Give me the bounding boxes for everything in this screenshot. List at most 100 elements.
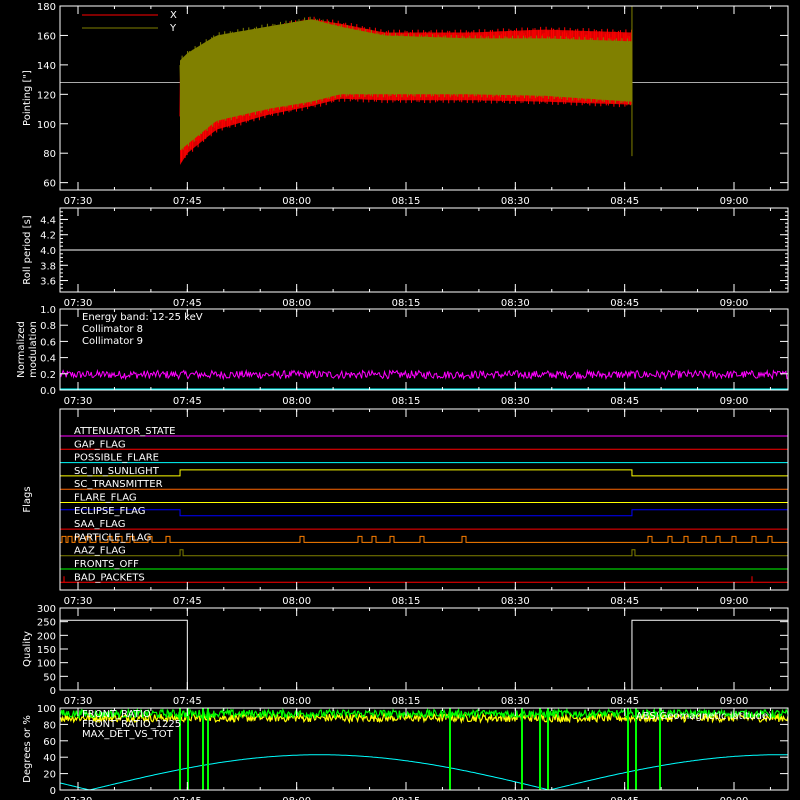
flag-label-gap-flag: GAP_FLAG (74, 439, 126, 450)
x-tick-label: 08:00 (282, 298, 311, 309)
flag-line-particle-flag (60, 535, 788, 543)
legend-label-y: Y (169, 23, 177, 34)
x-tick-label: 09:00 (720, 298, 749, 309)
roll-period-panel: 07:30 07:45 08:00 08:15 08:30 08:45 09:00 Roll … (22, 207, 789, 309)
x-tick-label: 08:15 (392, 396, 421, 407)
y-tick-label: 250 (37, 618, 56, 629)
x-tick-label: 08:00 (282, 396, 311, 407)
x-tick-label: 08:00 (282, 596, 311, 607)
flag-line-eclipse-flag (60, 509, 788, 517)
flag-label-aaz-flag: AAZ_FLAG (74, 546, 126, 557)
x-tick-label: 08:45 (610, 596, 639, 607)
x-tick-label: 09:00 (720, 796, 749, 800)
x-tick-label: 09:00 (720, 596, 749, 607)
legend-label-collimator-8: Collimator 8 (82, 324, 143, 335)
flag-label-sc-in-sunlight: SC_IN_SUNLIGHT (74, 466, 160, 477)
x-tick-label: 08:45 (610, 298, 639, 309)
x-tick-label: 08:30 (501, 796, 530, 800)
y-tick-label: 0.0 (40, 386, 56, 397)
flag-label-saa-flag: SAA_FLAG (74, 519, 125, 530)
x-tick-label: 08:45 (610, 396, 639, 407)
flag-line-aaz-flag (60, 549, 788, 557)
x-tick-label: 08:15 (392, 596, 421, 607)
pointing-panel: XY 07:30 07:45 08:00 08:15 08:30 08:45 09:00 Poi… (22, 2, 789, 207)
y-tick-label: 3.8 (40, 261, 56, 272)
x-tick-label: 08:45 (610, 696, 639, 707)
x-tick-label: 07:30 (64, 196, 93, 207)
y-axis-label: Roll period [s] (22, 215, 33, 284)
energy-band-annotation: Energy band: 12-25 keV (82, 312, 203, 323)
y-tick-label: 3.6 (40, 277, 56, 288)
flag-label-possible-flare: POSSIBLE_FLARE (74, 453, 159, 464)
y-tick-label: 0 (50, 786, 56, 797)
y-tick-label: 0.8 (40, 321, 56, 332)
y-tick-label: 0.2 (40, 370, 56, 381)
geomagnetic-latitude-label: ABS(Geomagnetic latitude) (636, 711, 772, 722)
x-tick-label: 08:30 (501, 696, 530, 707)
y-tick-label: 200 (37, 631, 56, 642)
y-tick-label: 50 (43, 672, 56, 683)
quality-line (60, 619, 788, 691)
y-axis-label: modulation (28, 321, 39, 378)
x-tick-label: 07:30 (64, 796, 93, 800)
x-tick-label: 09:00 (720, 196, 749, 207)
y-tick-label: 150 (37, 645, 56, 656)
flag-label-sc-transmitter: SC_TRANSMITTER (74, 479, 163, 490)
y-tick-label: 20 (43, 770, 56, 781)
y-tick-label: 4.4 (40, 215, 56, 226)
y-tick-label: 180 (37, 2, 56, 13)
y-tick-label: 0.4 (40, 354, 56, 365)
y-axis-label: Quality (22, 631, 33, 667)
x-tick-label: 07:45 (173, 596, 202, 607)
y-tick-label: 0 (50, 686, 56, 697)
legend-label-x: X (170, 10, 177, 21)
x-tick-label: 07:45 (173, 796, 202, 800)
x-tick-label: 07:30 (64, 596, 93, 607)
y-tick-label: 0.6 (40, 337, 56, 348)
modulation-panel: Energy band: 12-25 keVCollimator 8Collim… (16, 305, 789, 407)
y-tick-label: 60 (43, 179, 56, 190)
flag-line-bad-packets (60, 576, 788, 583)
x-tick-label: 08:15 (392, 196, 421, 207)
x-tick-label: 08:45 (610, 796, 639, 800)
x-tick-label: 08:15 (392, 696, 421, 707)
x-tick-label: 08:30 (501, 596, 530, 607)
y-tick-label: 140 (37, 61, 56, 72)
flags-panel: ATTENUATOR_STATE GAP_FLAG POSSIBLE_FLARE SC… (22, 408, 789, 607)
flag-label-particle-flag: PARTICLE_FLAG (74, 532, 151, 543)
ratio-panel: FRONT_RATIOFRONT_RATIO_1225MAX_DET_VS_TO… (22, 704, 789, 800)
x-tick-label: 08:00 (282, 796, 311, 800)
legend-label-max-det-vs-tot: MAX_DET_VS_TOT (82, 729, 174, 740)
y-axis-label: Flags (22, 486, 33, 512)
y-tick-label: 4.2 (40, 231, 56, 242)
y-axis-label: Normalized (16, 321, 27, 378)
x-tick-label: 08:00 (282, 696, 311, 707)
x-tick-label: 09:00 (720, 396, 749, 407)
y-tick-label: 80 (43, 149, 56, 160)
x-tick-label: 08:15 (392, 298, 421, 309)
x-tick-label: 07:45 (173, 196, 202, 207)
x-tick-label: 08:45 (610, 196, 639, 207)
y-tick-label: 120 (37, 90, 56, 101)
y-tick-label: 1.0 (40, 305, 56, 316)
flag-label-eclipse-flag: ECLIPSE_FLAG (74, 506, 145, 517)
y-tick-label: 60 (43, 737, 56, 748)
flag-line-sc-in-sunlight (60, 469, 788, 477)
y-tick-label: 100 (37, 120, 56, 131)
series-line-geomagnetic-latitude (59, 754, 788, 791)
x-tick-label: 08:30 (501, 196, 530, 207)
y-tick-label: 100 (37, 704, 56, 715)
flag-label-flare-flag: FLARE_FLAG (74, 493, 137, 504)
flag-label-attenuator-state: ATTENUATOR_STATE (74, 426, 175, 437)
x-tick-label: 08:30 (501, 396, 530, 407)
series-line-collimator-9 (59, 368, 788, 381)
x-tick-label: 07:45 (173, 298, 202, 309)
y-tick-label: 4.0 (40, 246, 56, 257)
y-tick-label: 80 (43, 720, 56, 731)
series-band-y (180, 19, 632, 151)
y-axis-label: Degrees or % (22, 715, 33, 783)
x-tick-label: 07:45 (173, 396, 202, 407)
x-tick-label: 07:30 (64, 298, 93, 309)
flag-label-fronts-off: FRONTS_OFF (74, 559, 139, 570)
x-tick-label: 07:30 (64, 396, 93, 407)
